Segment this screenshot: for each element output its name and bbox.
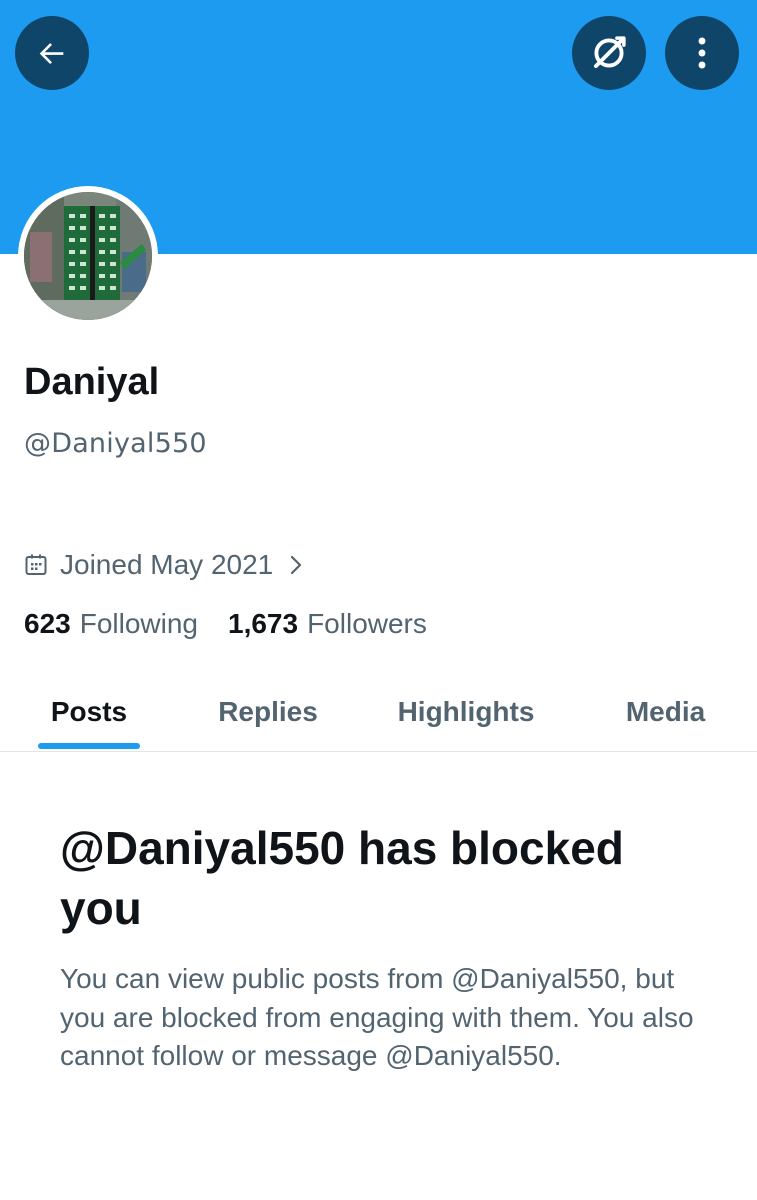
grok-button[interactable] <box>572 16 646 90</box>
joined-date[interactable]: Joined May 2021 <box>24 545 303 585</box>
tab-replies[interactable]: Replies <box>178 672 358 751</box>
grok-icon <box>588 32 630 74</box>
chevron-right-icon <box>289 554 303 576</box>
following-count: 623 <box>24 608 71 639</box>
following-link[interactable]: 623 Following <box>24 608 198 640</box>
followers-label: Followers <box>307 608 427 639</box>
back-button[interactable] <box>15 16 89 90</box>
more-vertical-icon <box>687 35 717 71</box>
following-label: Following <box>79 608 198 639</box>
tab-highlights[interactable]: Highlights <box>358 672 574 751</box>
joined-label: Joined May 2021 <box>60 549 274 580</box>
followers-count: 1,673 <box>228 608 299 639</box>
calendar-icon <box>24 553 48 577</box>
arrow-left-icon <box>35 36 69 70</box>
user-handle: @Daniyal550 <box>24 428 207 459</box>
tab-posts[interactable]: Posts <box>0 672 178 751</box>
followers-link[interactable]: 1,673 Followers <box>228 608 427 640</box>
active-tab-indicator <box>38 743 140 749</box>
avatar-image <box>24 192 152 320</box>
display-name: Daniyal <box>24 361 160 403</box>
avatar[interactable] <box>18 186 158 326</box>
blocked-description: You can view public posts from @Daniyal5… <box>60 963 694 1071</box>
profile-tabs: Posts Replies Highlights Media <box>0 672 757 752</box>
follow-stats: 623 Following 1,673 Followers <box>24 604 427 644</box>
blocked-title: @Daniyal550 has blocked you <box>60 822 624 934</box>
more-button[interactable] <box>665 16 739 90</box>
tab-media[interactable]: Media <box>574 672 757 751</box>
